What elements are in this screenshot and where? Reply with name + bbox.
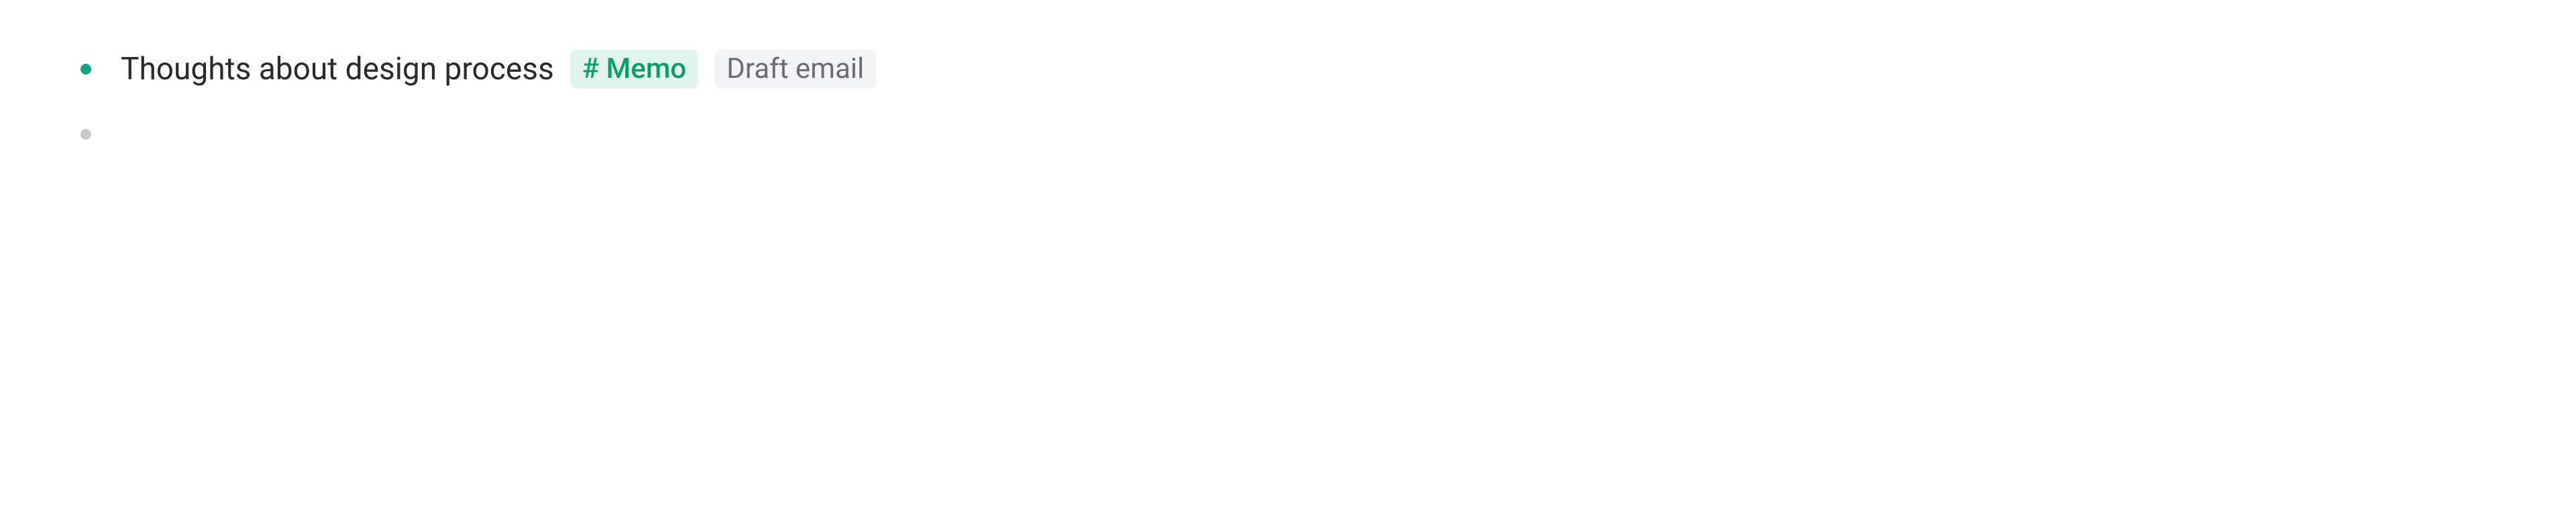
tag-draft-email[interactable]: Draft email [714,50,876,89]
list-item[interactable]: Thoughts about design process # Memo Dra… [80,50,876,89]
item-title: Thoughts about design process [121,51,554,88]
tag-memo[interactable]: # Memo [570,50,698,89]
list-item-empty[interactable] [80,129,91,140]
bullet-icon-green [80,64,91,75]
bullet-icon-grey [80,129,91,140]
